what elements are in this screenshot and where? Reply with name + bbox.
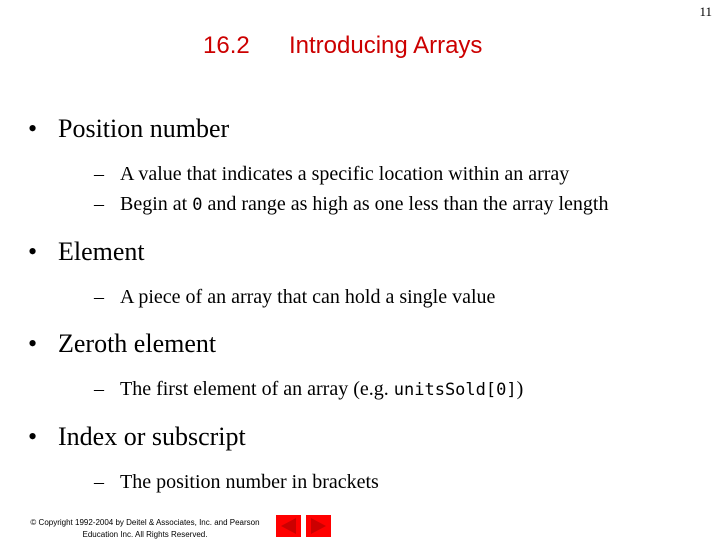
sub-bullet-item: – A piece of an array that can hold a sin… — [28, 282, 710, 312]
title-text: Introducing Arrays — [289, 32, 483, 59]
page-number: 11 — [699, 4, 712, 19]
dash-icon: – — [94, 286, 104, 308]
prev-arrow-icon — [281, 518, 296, 534]
slide-content: • Position number – A value that indicates … — [28, 113, 710, 513]
copyright-line-2: Education Inc. All Rights Reserved. — [82, 530, 208, 539]
slide-title: 16.2 Introducing Arrays — [203, 32, 482, 60]
next-slide-button[interactable] — [306, 515, 331, 537]
bullet-label: Position number — [58, 114, 230, 143]
section-number: 16.2 — [203, 32, 250, 59]
dash-icon: – — [94, 378, 104, 400]
bullet-item: • Index or subscript — [28, 421, 710, 453]
bullet-label: Zeroth element — [58, 329, 217, 358]
bullet-icon: • — [28, 114, 38, 143]
dash-icon: – — [94, 471, 104, 493]
sub-bullet-text: The first element of an array (e.g. — [120, 378, 394, 400]
sub-bullet-text: ) — [516, 378, 524, 400]
bullet-group: • Zeroth element – The first element of an … — [28, 328, 710, 405]
bullet-item: • Position number — [28, 113, 710, 145]
bullet-icon: • — [28, 329, 38, 358]
bullet-group: • Element – A piece of an array that can ho… — [28, 236, 710, 312]
code-snippet: 0 — [192, 195, 203, 215]
bullet-label: Index or subscript — [58, 422, 246, 451]
bullet-icon: • — [28, 237, 38, 266]
sub-bullet-text: Begin at — [120, 193, 193, 215]
bullet-group: • Index or subscript – The position number … — [28, 421, 710, 497]
dash-icon: – — [94, 163, 104, 185]
code-snippet: unitsSold[0] — [393, 380, 517, 400]
bullet-icon: • — [28, 422, 38, 451]
dash-icon: – — [94, 193, 104, 215]
sub-bullet-item: – The position number in brackets — [28, 467, 710, 497]
bullet-label: Element — [58, 237, 145, 266]
sub-bullet-text: and range as high as one less than the a… — [202, 193, 609, 215]
previous-slide-button[interactable] — [276, 515, 301, 537]
sub-bullet-item: – A value that indicates a specific locat… — [28, 159, 710, 189]
sub-bullet-item: – The first element of an array (e.g. uni… — [28, 374, 710, 405]
sub-bullet-text: A value that indicates a specific locati… — [120, 163, 570, 185]
copyright-line-1: © Copyright 1992-2004 by Deitel & Associ… — [30, 518, 260, 527]
bullet-item: • Zeroth element — [28, 328, 710, 360]
copyright-footer: © Copyright 1992-2004 by Deitel & Associ… — [10, 517, 280, 541]
bullet-group: • Position number – A value that indicates … — [28, 113, 710, 220]
sub-bullet-text: A piece of an array that can hold a sing… — [120, 286, 496, 308]
sub-bullet-text: The position number in brackets — [120, 471, 379, 493]
next-arrow-icon — [311, 518, 326, 534]
sub-bullet-item: – Begin at 0 and range as high as one les… — [28, 189, 710, 220]
bullet-item: • Element — [28, 236, 710, 268]
